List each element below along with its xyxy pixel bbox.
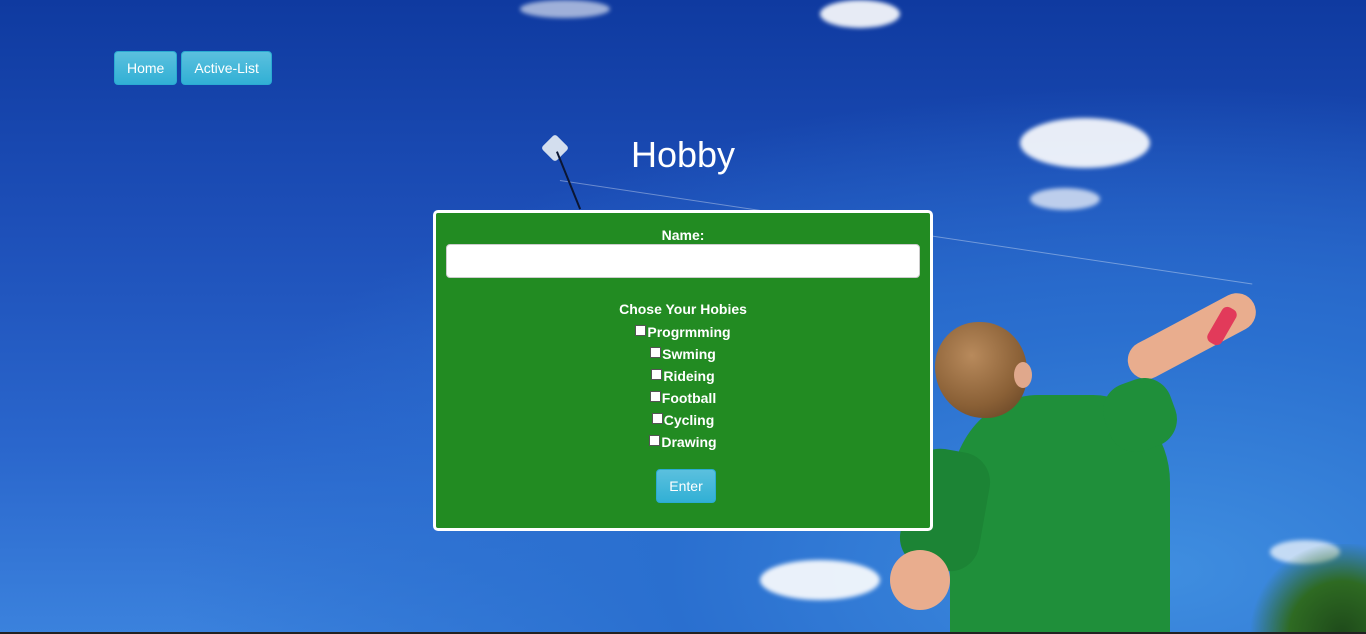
hobby-item-programming: Progrmming (436, 321, 930, 343)
hobby-item-swimming: Swming (436, 343, 930, 365)
trees-decoration (1246, 544, 1366, 634)
hobby-label: Cycling (663, 412, 715, 428)
boy-arm (1121, 286, 1263, 386)
riding-checkbox[interactable] (651, 368, 663, 380)
programming-checkbox[interactable] (635, 324, 647, 336)
boy-ear (1014, 362, 1032, 388)
hobby-list: Progrmming Swming Rideing Football Cycli… (436, 321, 930, 453)
hobby-label: Rideing (663, 368, 715, 384)
top-nav: Home Active-List (114, 51, 272, 85)
cloud-decoration (820, 0, 900, 28)
cloud-decoration (1030, 188, 1100, 210)
boy-flying-kite-image (880, 286, 1300, 634)
name-input[interactable] (446, 244, 920, 278)
hobby-label: Football (661, 390, 717, 406)
hobby-item-riding: Rideing (436, 365, 930, 387)
hobby-label: Drawing (661, 434, 717, 450)
cloud-decoration (520, 0, 610, 18)
boy-head (935, 322, 1027, 418)
cloud-decoration (760, 560, 880, 600)
hobby-form: Name: Chose Your Hobies Progrmming Swmin… (433, 210, 933, 531)
page-background: Home Active-List Hobby Name: Chose Your … (0, 0, 1366, 634)
active-list-button[interactable]: Active-List (181, 51, 272, 85)
name-label: Name: (661, 227, 705, 243)
hobby-label: Progrmming (647, 324, 731, 340)
boy-hand (890, 550, 950, 610)
cycling-checkbox[interactable] (651, 412, 663, 424)
football-checkbox[interactable] (649, 390, 661, 402)
hobby-item-cycling: Cycling (436, 409, 930, 431)
swimming-checkbox[interactable] (650, 346, 662, 358)
enter-button[interactable]: Enter (656, 469, 716, 503)
hobby-label: Swming (662, 346, 716, 362)
drawing-checkbox[interactable] (649, 434, 661, 446)
hobbies-heading: Chose Your Hobies (619, 301, 747, 317)
hobby-item-drawing: Drawing (436, 431, 930, 453)
home-button[interactable]: Home (114, 51, 178, 85)
hobby-item-football: Football (436, 387, 930, 409)
page-title: Hobby (630, 134, 736, 175)
